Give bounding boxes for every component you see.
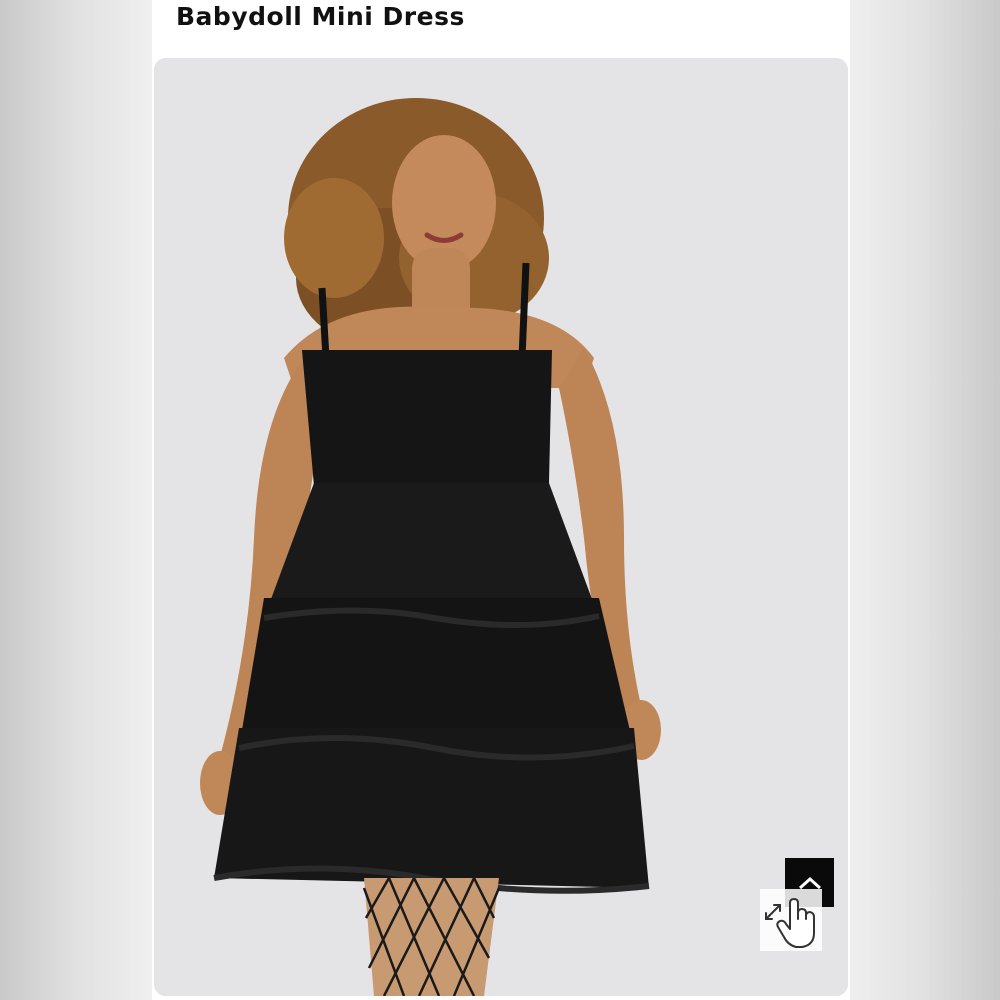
product-photo[interactable] bbox=[154, 58, 848, 996]
zoom-button[interactable] bbox=[760, 889, 822, 951]
product-page: Babydoll Mini Dress bbox=[152, 0, 850, 1000]
model-illustration bbox=[154, 58, 848, 996]
hand-pointer-zoom-icon bbox=[765, 898, 815, 948]
product-title: Babydoll Mini Dress bbox=[176, 2, 465, 31]
